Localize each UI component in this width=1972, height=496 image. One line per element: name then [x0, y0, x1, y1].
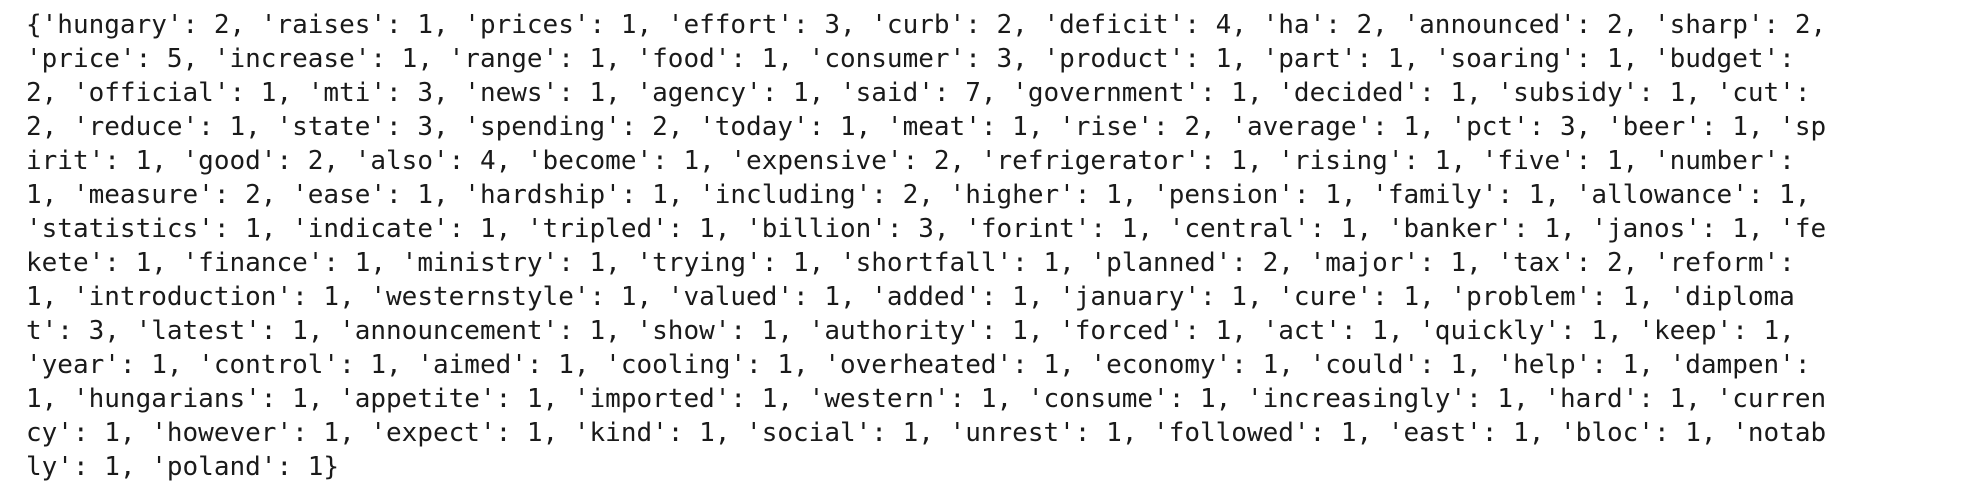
- output-line: cy': 1, 'however': 1, 'expect': 1, 'kind…: [26, 418, 1827, 448]
- output-line: 1, 'hungarians': 1, 'appetite': 1, 'impo…: [26, 384, 1827, 414]
- output-line: 'statistics': 1, 'indicate': 1, 'tripled…: [26, 214, 1827, 244]
- output-line: 'price': 5, 'increase': 1, 'range': 1, '…: [26, 44, 1795, 74]
- output-line: 'year': 1, 'control': 1, 'aimed': 1, 'co…: [26, 350, 1811, 380]
- output-line: ly': 1, 'poland': 1}: [26, 452, 340, 482]
- output-line: 1, 'introduction': 1, 'westernstyle': 1,…: [26, 282, 1795, 312]
- output-line: 2, 'official': 1, 'mti': 3, 'news': 1, '…: [26, 78, 1811, 108]
- output-line: irit': 1, 'good': 2, 'also': 4, 'become'…: [26, 146, 1795, 176]
- output-line: t': 3, 'latest': 1, 'announcement': 1, '…: [26, 316, 1795, 346]
- output-line: {'hungary': 2, 'raises': 1, 'prices': 1,…: [26, 10, 1827, 40]
- output-cell: {'hungary': 2, 'raises': 1, 'prices': 1,…: [0, 0, 1972, 496]
- output-text: {'hungary': 2, 'raises': 1, 'prices': 1,…: [26, 8, 1958, 484]
- output-line: kete': 1, 'finance': 1, 'ministry': 1, '…: [26, 248, 1795, 278]
- output-line: 1, 'measure': 2, 'ease': 1, 'hardship': …: [26, 180, 1811, 210]
- output-line: 2, 'reduce': 1, 'state': 3, 'spending': …: [26, 112, 1827, 142]
